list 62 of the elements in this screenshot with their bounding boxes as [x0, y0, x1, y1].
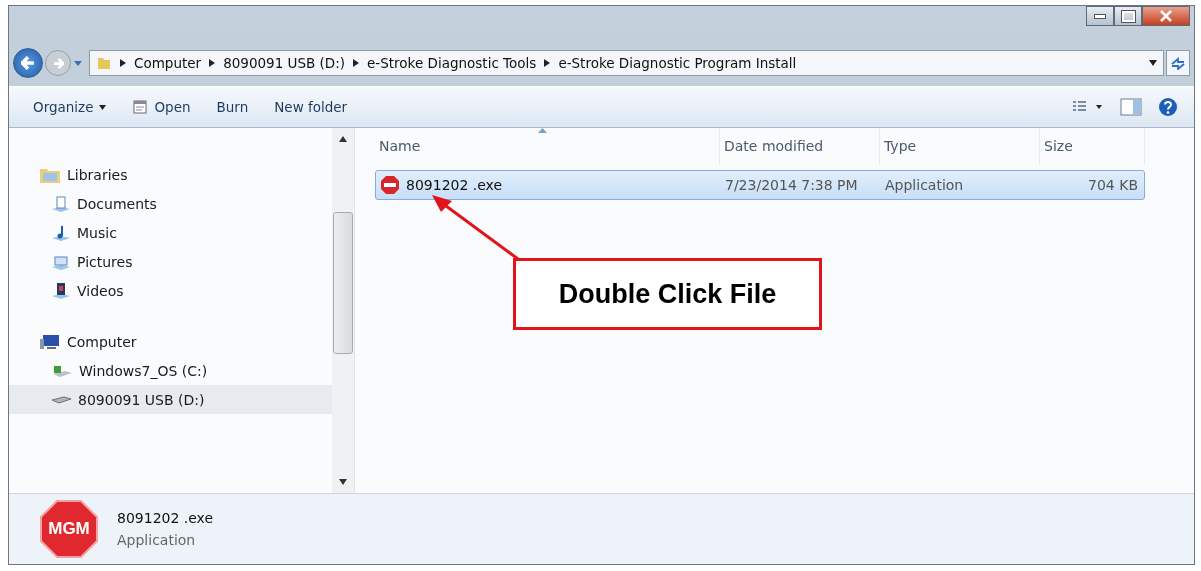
toolbar-button[interactable]: Open — [124, 95, 199, 119]
date-cell-text: 7/23/2014 7:38 PM — [724, 176, 858, 195]
column-header[interactable]: Size — [1044, 138, 1073, 154]
film-icon — [51, 281, 71, 300]
address-bar[interactable]: Computer 8090091 USB (D:) e-Stroke Diagnostic Tools e-Stroke Diagnostic Program Install — [89, 50, 1164, 76]
scroll-down-icon[interactable] — [339, 479, 347, 485]
maximize-button[interactable] — [1114, 6, 1142, 26]
breadcrumb-arrow-icon[interactable] — [209, 59, 216, 67]
caret-icon — [99, 104, 107, 110]
column-header[interactable]: Name — [379, 138, 421, 154]
sidebar-item[interactable]: Music — [9, 218, 332, 247]
toolbar-button[interactable]: New folder — [266, 95, 356, 119]
help-button[interactable] — [1156, 95, 1180, 119]
breadcrumb-arrow-icon[interactable] — [544, 59, 551, 67]
close-button[interactable] — [1142, 6, 1190, 26]
sidebar-item[interactable]: 8090091 USB (D:) — [9, 385, 332, 414]
details-file-type: Application — [117, 532, 197, 548]
sidebar-item[interactable]: Documents — [9, 189, 332, 218]
stop-sign-icon — [380, 175, 400, 195]
breadcrumb-item[interactable]: 8090091 USB (D:) — [223, 55, 346, 71]
refresh-button[interactable] — [1166, 50, 1190, 76]
arrow-right-icon — [52, 57, 64, 69]
help-icon — [1158, 97, 1178, 117]
column-header[interactable]: Date modified — [724, 138, 824, 154]
document-icon — [51, 194, 71, 213]
callout-box: Double Click File — [513, 258, 822, 330]
preview-pane-icon — [1120, 98, 1142, 116]
icon-label: MGM — [47, 518, 91, 540]
computer-icon — [39, 332, 61, 351]
music-note-icon — [51, 223, 71, 242]
scrollbar-thumb[interactable] — [333, 212, 353, 354]
breadcrumb-item[interactable]: Computer — [134, 55, 202, 71]
list-view-icon — [1072, 100, 1104, 114]
window-icon — [132, 99, 149, 115]
arrow-left-icon — [21, 56, 35, 70]
file-row[interactable]: 8091202 .exe 7/23/2014 7:38 PM Application 704 KB — [375, 170, 1145, 200]
sidebar-item[interactable]: Libraries — [9, 160, 332, 189]
back-button[interactable] — [13, 48, 43, 78]
close-icon — [1159, 10, 1173, 22]
refresh-icon — [1170, 56, 1186, 70]
size-cell-text: 704 KB — [1087, 176, 1138, 195]
breadcrumb-arrow-icon[interactable] — [353, 59, 360, 67]
minimize-button[interactable] — [1086, 6, 1114, 26]
breadcrumb-item[interactable]: e-Stroke Diagnostic Tools — [367, 55, 537, 71]
sidebar-item[interactable]: Videos — [9, 276, 332, 305]
drive-icon — [51, 395, 72, 404]
scroll-up-icon[interactable] — [339, 136, 347, 142]
folder-icon — [96, 55, 112, 71]
sidebar-item[interactable]: Pictures — [9, 247, 332, 276]
column-header[interactable]: Type — [884, 138, 917, 154]
scrollbar[interactable] — [332, 128, 354, 493]
toolbar-button[interactable]: Burn — [208, 95, 257, 119]
breadcrumb-item[interactable]: e-Stroke Diagnostic Program Install — [558, 55, 797, 71]
details-file-name: 8091202 .exe — [117, 510, 214, 526]
toolbar-button[interactable]: Organize — [25, 95, 115, 119]
history-caret-icon[interactable] — [73, 59, 83, 67]
breadcrumb-arrow-icon[interactable] — [120, 59, 126, 67]
sidebar-item[interactable]: Computer — [9, 327, 332, 356]
sidebar-item[interactable]: Windows7_OS (C:) — [9, 356, 332, 385]
file-name: 8091202 .exe — [406, 177, 503, 193]
type-cell-text: Application — [884, 176, 964, 195]
dropdown-caret-icon[interactable] — [1149, 60, 1157, 66]
